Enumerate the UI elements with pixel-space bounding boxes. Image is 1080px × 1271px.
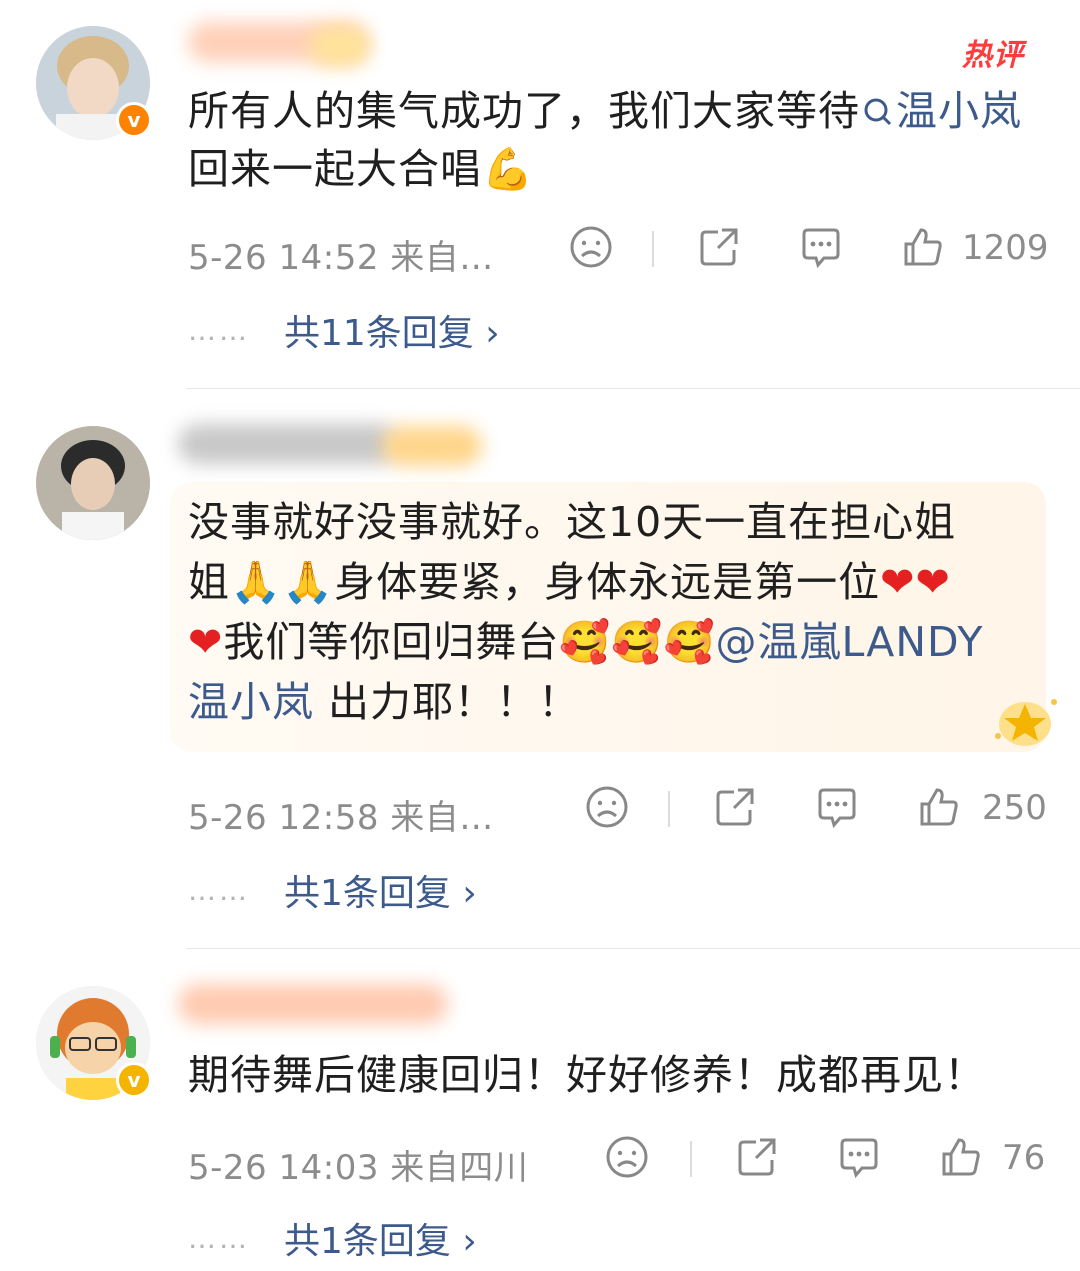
divider: [186, 388, 1080, 389]
thumbs-up-icon[interactable]: [916, 784, 962, 830]
verified-v-icon: v: [116, 102, 152, 138]
like-count: 250: [982, 788, 1047, 828]
comment-text: 所有人的集气成功了，我们大家等待 温小岚 回来一起大合唱💪: [188, 87, 1022, 193]
view-replies-link[interactable]: 共11条回复 ›: [284, 304, 500, 356]
sad-face-icon[interactable]: [604, 1134, 650, 1180]
comment-actions: 250: [0, 784, 1080, 834]
comment-icon[interactable]: [836, 1134, 882, 1180]
divider: [186, 948, 1080, 949]
verified-v-icon: v: [116, 1062, 152, 1098]
thumbs-up-icon[interactable]: [938, 1134, 984, 1180]
like-count: 1209: [962, 228, 1049, 268]
comment-actions: 1209: [0, 224, 1080, 274]
separator: [668, 791, 670, 827]
username-blurred: [310, 26, 370, 66]
sad-face-icon[interactable]: [584, 784, 630, 830]
dots: ……: [188, 1222, 250, 1255]
mention-link[interactable]: @温嵐LANDY: [716, 618, 984, 666]
thumbs-up-icon[interactable]: [900, 224, 946, 270]
separator: [690, 1141, 692, 1177]
view-replies-link[interactable]: 共1条回复 ›: [284, 1212, 477, 1264]
username-blurred[interactable]: [178, 424, 398, 464]
praying-hands-emoji: 🙏🙏: [230, 558, 335, 606]
sad-face-icon[interactable]: [568, 224, 614, 270]
topic-link[interactable]: 温小岚: [188, 678, 314, 726]
dots: ……: [188, 874, 250, 907]
share-icon[interactable]: [734, 1134, 780, 1180]
smiling-hearts-emoji: 🥰🥰🥰: [559, 618, 716, 666]
flexed-bicep-emoji: 💪: [482, 145, 535, 193]
red-heart-emoji: ❤❤: [880, 558, 951, 606]
like-count: 76: [1002, 1138, 1046, 1178]
username-blurred: [382, 426, 482, 466]
hot-comment-badge: 热评: [962, 38, 1024, 73]
comment-text: 期待舞后健康回归！好好修养！成都再见！: [188, 1051, 986, 1099]
comment-actions: 76: [0, 1134, 1080, 1184]
fan-star-badge-icon: [990, 694, 1060, 758]
red-heart-emoji: ❤: [188, 618, 224, 666]
share-icon[interactable]: [696, 224, 742, 270]
share-icon[interactable]: [712, 784, 758, 830]
topic-link[interactable]: 温小岚: [860, 87, 1022, 135]
comment-icon[interactable]: [798, 224, 844, 270]
username-blurred[interactable]: [178, 984, 448, 1024]
avatar[interactable]: [36, 426, 150, 540]
dots: ……: [188, 314, 250, 347]
comment-text: 没事就好没事就好。这10天一直在担心姐 姐🙏🙏身体要紧，身体永远是第一位❤❤ ❤…: [188, 498, 984, 726]
comment-icon[interactable]: [814, 784, 860, 830]
view-replies-link[interactable]: 共1条回复 ›: [284, 864, 477, 916]
separator: [652, 231, 654, 267]
search-icon: [864, 98, 892, 126]
